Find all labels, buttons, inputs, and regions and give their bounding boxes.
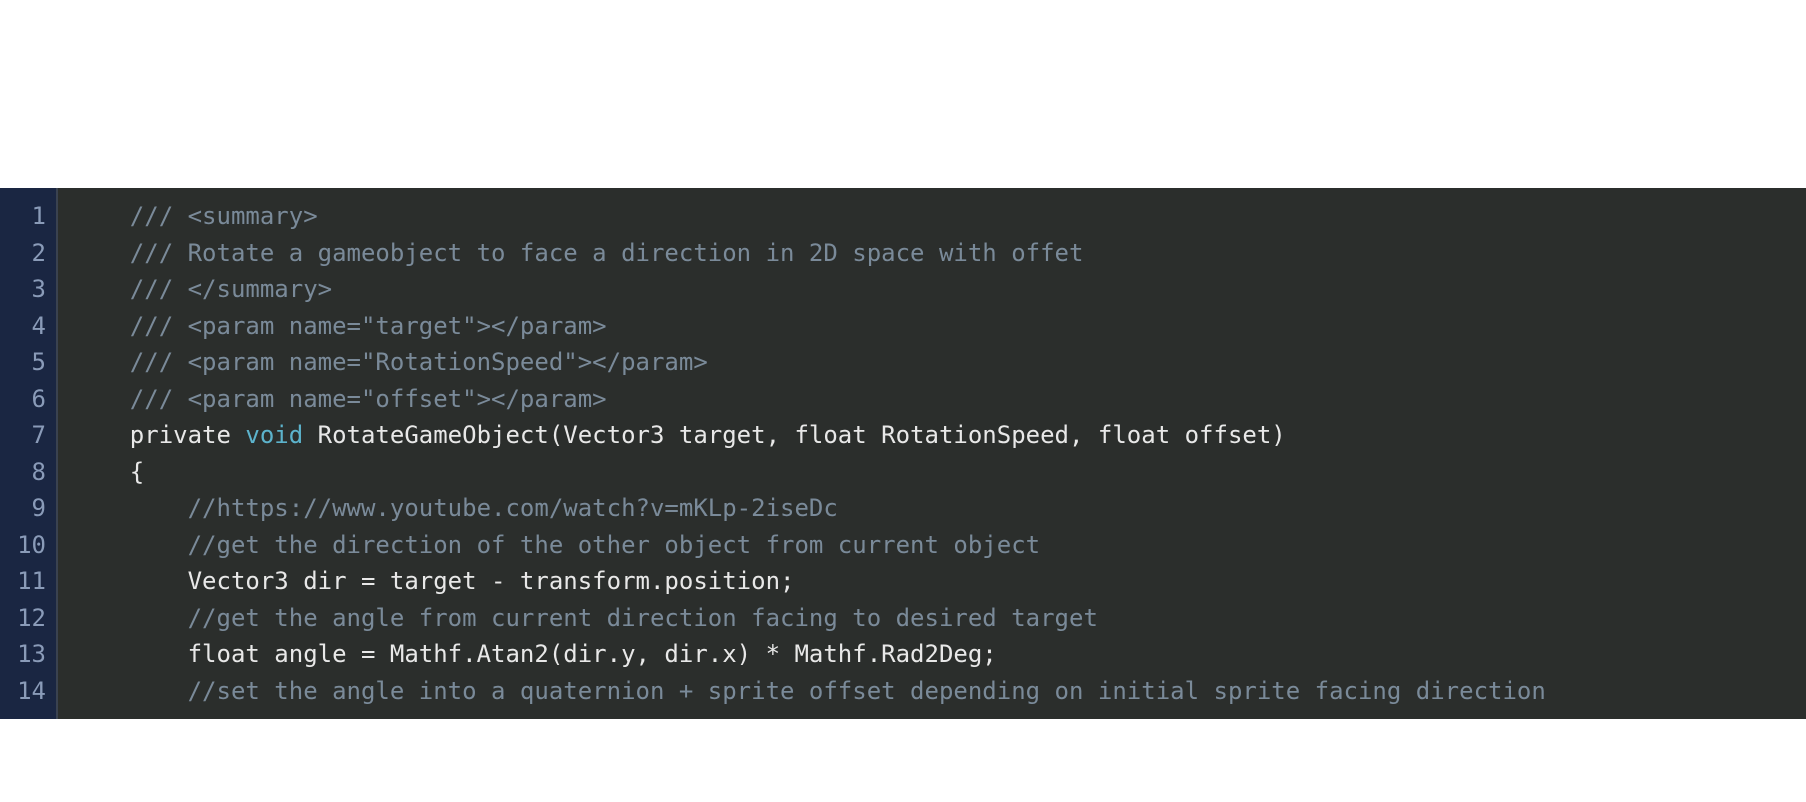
line-number: 12 xyxy=(6,600,46,637)
code-token xyxy=(72,312,130,340)
code-token xyxy=(72,677,188,705)
code-token: Vector3 dir = target - transform.positio… xyxy=(72,567,794,595)
code-token: /// <summary> xyxy=(130,202,318,230)
code-token: //set the angle into a quaternion + spri… xyxy=(188,677,1546,705)
code-line[interactable]: Vector3 dir = target - transform.positio… xyxy=(72,563,1806,600)
line-number-gutter: 1234567891011121314 xyxy=(0,188,58,719)
code-token xyxy=(72,385,130,413)
line-number: 14 xyxy=(6,673,46,710)
code-token xyxy=(72,604,188,632)
code-token: private xyxy=(72,421,245,449)
code-line[interactable]: //set the angle into a quaternion + spri… xyxy=(72,673,1806,710)
code-line[interactable]: //get the angle from current direction f… xyxy=(72,600,1806,637)
code-token: RotateGameObject(Vector3 target, float R… xyxy=(303,421,1286,449)
code-line[interactable]: //get the direction of the other object … xyxy=(72,527,1806,564)
code-token: /// Rotate a gameobject to face a direct… xyxy=(130,239,1084,267)
line-number: 7 xyxy=(6,417,46,454)
line-number: 4 xyxy=(6,308,46,345)
line-number: 5 xyxy=(6,344,46,381)
code-line[interactable]: private void RotateGameObject(Vector3 ta… xyxy=(72,417,1806,454)
code-token: /// <param name="RotationSpeed"></param> xyxy=(130,348,708,376)
code-line[interactable]: { xyxy=(72,454,1806,491)
code-line[interactable]: /// <param name="offset"></param> xyxy=(72,381,1806,418)
line-number: 13 xyxy=(6,636,46,673)
code-token: float angle = Mathf.Atan2(dir.y, dir.x) … xyxy=(72,640,997,668)
code-line[interactable]: /// <param name="RotationSpeed"></param> xyxy=(72,344,1806,381)
code-token xyxy=(72,239,130,267)
code-token: /// <param name="target"></param> xyxy=(130,312,607,340)
line-number: 2 xyxy=(6,235,46,272)
line-number: 11 xyxy=(6,563,46,600)
code-line[interactable]: /// Rotate a gameobject to face a direct… xyxy=(72,235,1806,272)
code-token: void xyxy=(245,421,303,449)
line-number: 9 xyxy=(6,490,46,527)
code-line[interactable]: /// </summary> xyxy=(72,271,1806,308)
code-token: /// <param name="offset"></param> xyxy=(130,385,607,413)
code-token: /// </summary> xyxy=(130,275,332,303)
line-number: 8 xyxy=(6,454,46,491)
line-number: 6 xyxy=(6,381,46,418)
code-token: //get the angle from current direction f… xyxy=(188,604,1098,632)
code-token: //https://www.youtube.com/watch?v=mKLp-2… xyxy=(188,494,838,522)
code-content-area[interactable]: /// <summary> /// Rotate a gameobject to… xyxy=(58,188,1806,719)
code-token xyxy=(72,531,188,559)
code-token: //get the direction of the other object … xyxy=(188,531,1041,559)
code-line[interactable]: float angle = Mathf.Atan2(dir.y, dir.x) … xyxy=(72,636,1806,673)
code-token xyxy=(72,275,130,303)
code-token: { xyxy=(72,458,144,486)
line-number: 3 xyxy=(6,271,46,308)
code-line[interactable]: /// <param name="target"></param> xyxy=(72,308,1806,345)
code-token xyxy=(72,348,130,376)
code-token xyxy=(72,202,130,230)
line-number: 1 xyxy=(6,198,46,235)
code-editor[interactable]: 1234567891011121314 /// <summary> /// Ro… xyxy=(0,188,1806,719)
code-token xyxy=(72,494,188,522)
code-line[interactable]: //https://www.youtube.com/watch?v=mKLp-2… xyxy=(72,490,1806,527)
code-line[interactable]: /// <summary> xyxy=(72,198,1806,235)
line-number: 10 xyxy=(6,527,46,564)
